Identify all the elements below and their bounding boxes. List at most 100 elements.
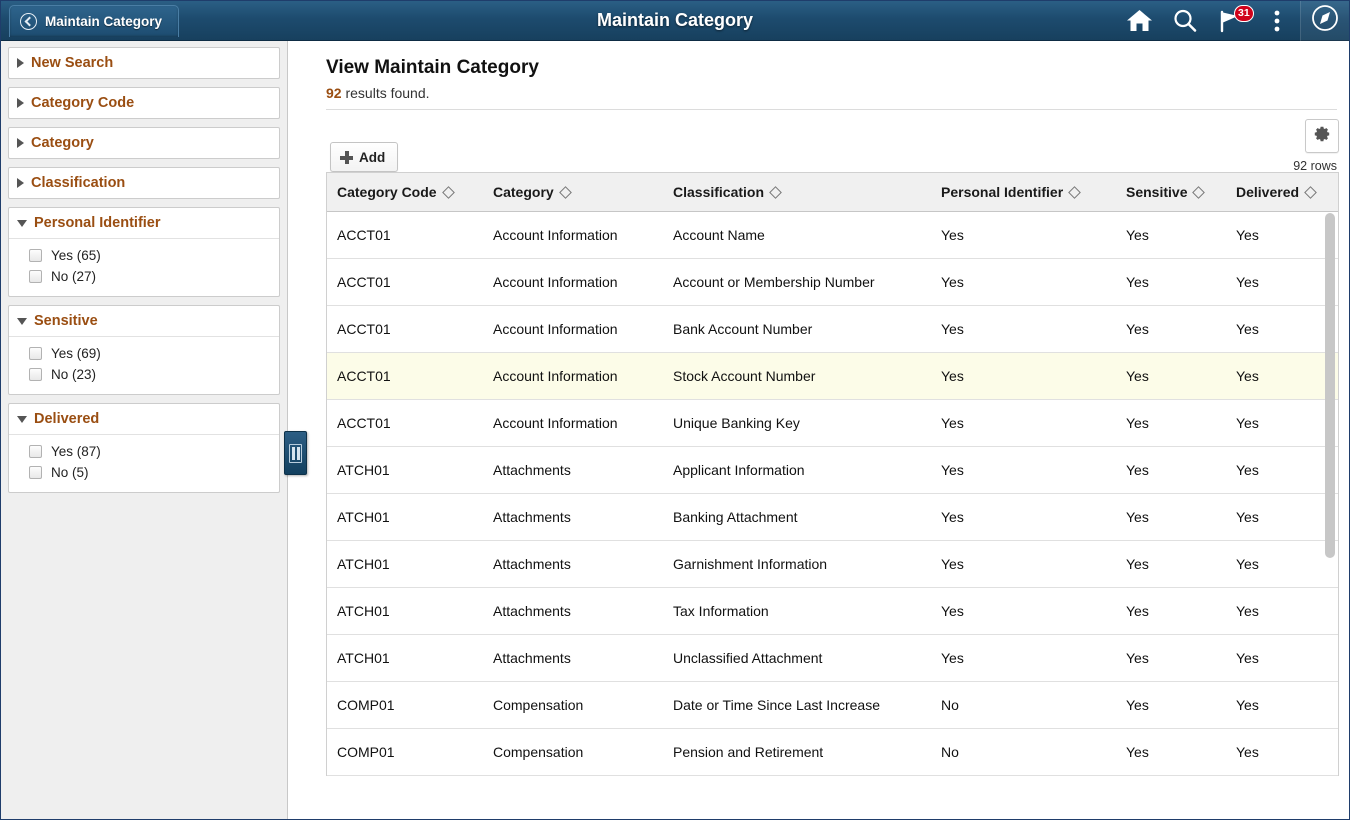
pause-bars-icon bbox=[289, 444, 302, 463]
chevron-down-icon bbox=[17, 220, 27, 227]
grid-vertical-scrollbar[interactable] bbox=[1324, 210, 1336, 775]
cell-personal-identifier: No bbox=[931, 682, 1116, 729]
chevron-right-icon bbox=[17, 138, 24, 148]
sort-icon[interactable] bbox=[442, 186, 455, 199]
cell-sensitive: Yes bbox=[1116, 212, 1226, 259]
facet-option-label: Yes (65) bbox=[51, 248, 101, 263]
grid-scrollbar-thumb[interactable] bbox=[1325, 213, 1335, 558]
table-row[interactable]: ACCT01Account InformationStock Account N… bbox=[327, 353, 1339, 400]
facet-category-code-header[interactable]: Category Code bbox=[9, 88, 279, 118]
cell-sensitive: Yes bbox=[1116, 353, 1226, 400]
cell-category-code: ATCH01 bbox=[327, 447, 483, 494]
cell-personal-identifier: Yes bbox=[931, 541, 1116, 588]
table-row[interactable]: ACCT01Account InformationAccount NameYes… bbox=[327, 212, 1339, 259]
column-header-personal-identifier[interactable]: Personal Identifier bbox=[931, 173, 1116, 212]
cell-personal-identifier: Yes bbox=[931, 494, 1116, 541]
table-row[interactable]: ACCT01Account InformationUnique Banking … bbox=[327, 400, 1339, 447]
table-row[interactable]: ATCH01AttachmentsApplicant InformationYe… bbox=[327, 447, 1339, 494]
cell-classification: Bank Account Number bbox=[663, 306, 931, 353]
cell-classification: Stock Account Number bbox=[663, 353, 931, 400]
facet-classification-header[interactable]: Classification bbox=[9, 168, 279, 198]
facet-sensitive-header[interactable]: Sensitive bbox=[9, 306, 279, 337]
add-button[interactable]: Add bbox=[330, 142, 398, 172]
cell-classification: Pension and Retirement bbox=[663, 729, 931, 776]
grid-body: ACCT01Account InformationAccount NameYes… bbox=[327, 212, 1339, 776]
cell-classification: Garnishment Information bbox=[663, 541, 931, 588]
notifications-button[interactable]: 31 bbox=[1208, 1, 1254, 41]
cell-classification: Unclassified Attachment bbox=[663, 635, 931, 682]
chevron-right-icon bbox=[17, 178, 24, 188]
cell-personal-identifier: Yes bbox=[931, 353, 1116, 400]
chevron-right-icon bbox=[17, 98, 24, 108]
table-row[interactable]: ATCH01AttachmentsBanking AttachmentYesYe… bbox=[327, 494, 1339, 541]
cell-delivered: Yes bbox=[1226, 306, 1339, 353]
facet-personal-identifier-header[interactable]: Personal Identifier bbox=[9, 208, 279, 239]
facet-option-delivered-yes[interactable]: Yes (87) bbox=[9, 441, 279, 462]
checkbox-icon[interactable] bbox=[29, 249, 42, 262]
column-header-sensitive[interactable]: Sensitive bbox=[1116, 173, 1226, 212]
table-row[interactable]: COMP01CompensationPension and Retirement… bbox=[327, 729, 1339, 776]
facet-sensitive-label: Sensitive bbox=[34, 313, 98, 329]
back-tab-maintain-category[interactable]: Maintain Category bbox=[9, 5, 179, 37]
column-header-category[interactable]: Category bbox=[483, 173, 663, 212]
sort-icon[interactable] bbox=[559, 186, 572, 199]
header-icon-group: 31 bbox=[1116, 1, 1349, 41]
table-row[interactable]: COMP01CompensationDate or Time Since Las… bbox=[327, 682, 1339, 729]
facet-classification-label: Classification bbox=[31, 175, 125, 191]
sort-icon[interactable] bbox=[1304, 186, 1317, 199]
cell-delivered: Yes bbox=[1226, 588, 1339, 635]
sidebar-collapse-handle[interactable] bbox=[284, 431, 307, 475]
checkbox-icon[interactable] bbox=[29, 466, 42, 479]
table-row[interactable]: ATCH01AttachmentsTax InformationYesYesYe… bbox=[327, 588, 1339, 635]
facet-option-sensitive-yes[interactable]: Yes (69) bbox=[9, 343, 279, 364]
column-label: Personal Identifier bbox=[941, 184, 1063, 200]
column-header-delivered[interactable]: Delivered bbox=[1226, 173, 1339, 212]
facet-new-search-header[interactable]: New Search bbox=[9, 48, 279, 78]
facet-classification: Classification bbox=[8, 167, 280, 199]
facet-option-pi-no[interactable]: No (27) bbox=[9, 266, 279, 287]
cell-category-code: ATCH01 bbox=[327, 588, 483, 635]
cell-delivered: Yes bbox=[1226, 729, 1339, 776]
table-row[interactable]: ACCT01Account InformationAccount or Memb… bbox=[327, 259, 1339, 306]
facet-personal-identifier-options: Yes (65) No (27) bbox=[9, 239, 279, 296]
checkbox-icon[interactable] bbox=[29, 368, 42, 381]
application-window: Maintain Category Maintain Category bbox=[0, 0, 1350, 820]
gear-icon bbox=[1313, 125, 1331, 148]
cell-delivered: Yes bbox=[1226, 400, 1339, 447]
checkbox-icon[interactable] bbox=[29, 347, 42, 360]
cell-personal-identifier: Yes bbox=[931, 400, 1116, 447]
facet-option-label: Yes (69) bbox=[51, 346, 101, 361]
table-row[interactable]: ATCH01AttachmentsGarnishment Information… bbox=[327, 541, 1339, 588]
table-row[interactable]: ATCH01AttachmentsUnclassified Attachment… bbox=[327, 635, 1339, 682]
actions-menu-button[interactable] bbox=[1254, 1, 1300, 41]
cell-classification: Account or Membership Number bbox=[663, 259, 931, 306]
home-button[interactable] bbox=[1116, 1, 1162, 41]
facet-option-sensitive-no[interactable]: No (23) bbox=[9, 364, 279, 385]
facet-sensitive-options: Yes (69) No (23) bbox=[9, 337, 279, 394]
cell-delivered: Yes bbox=[1226, 541, 1339, 588]
checkbox-icon[interactable] bbox=[29, 270, 42, 283]
navigator-button[interactable] bbox=[1301, 1, 1349, 41]
facet-delivered-header[interactable]: Delivered bbox=[9, 404, 279, 435]
cell-category: Account Information bbox=[483, 353, 663, 400]
facet-option-pi-yes[interactable]: Yes (65) bbox=[9, 245, 279, 266]
grid-header: Category Code Category Classification Pe… bbox=[327, 173, 1339, 212]
results-count: 92 bbox=[326, 85, 342, 101]
cell-category-code: ATCH01 bbox=[327, 635, 483, 682]
chevron-down-icon bbox=[17, 318, 27, 325]
facet-option-delivered-no[interactable]: No (5) bbox=[9, 462, 279, 483]
sort-icon[interactable] bbox=[1193, 186, 1206, 199]
cell-classification: Tax Information bbox=[663, 588, 931, 635]
cell-category-code: ACCT01 bbox=[327, 212, 483, 259]
checkbox-icon[interactable] bbox=[29, 445, 42, 458]
sort-icon[interactable] bbox=[1068, 186, 1081, 199]
search-button[interactable] bbox=[1162, 1, 1208, 41]
facet-category-header[interactable]: Category bbox=[9, 128, 279, 158]
column-label: Category bbox=[493, 184, 554, 200]
sort-icon[interactable] bbox=[769, 186, 782, 199]
grid-settings-button[interactable] bbox=[1305, 119, 1339, 153]
column-header-category-code[interactable]: Category Code bbox=[327, 173, 483, 212]
app-body: New Search Category Code Category Clas bbox=[1, 41, 1349, 819]
column-header-classification[interactable]: Classification bbox=[663, 173, 931, 212]
table-row[interactable]: ACCT01Account InformationBank Account Nu… bbox=[327, 306, 1339, 353]
